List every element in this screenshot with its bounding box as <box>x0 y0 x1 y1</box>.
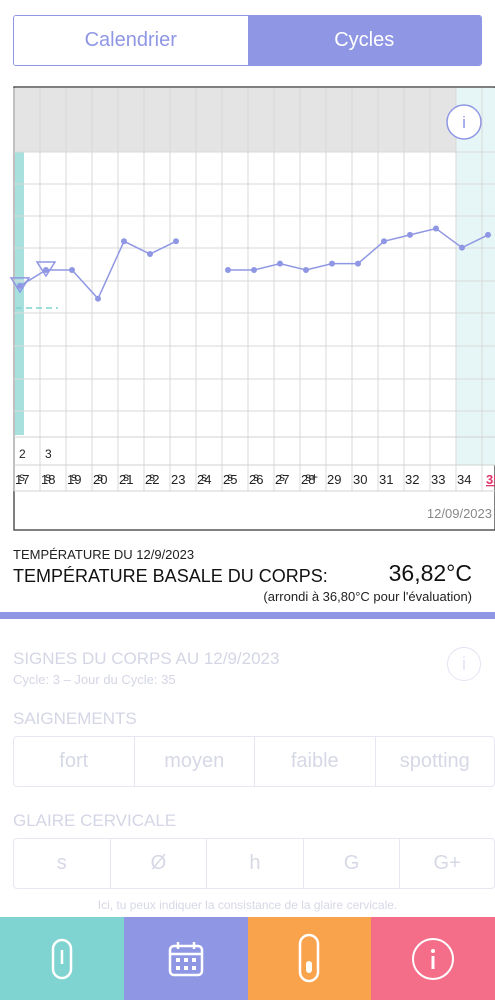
cycle-info: Cycle: 3 – Jour du Cycle: 35 <box>13 672 176 687</box>
bleeding-option-spotting[interactable]: spotting <box>376 737 495 786</box>
day-number: 32 <box>405 472 419 487</box>
day-number: 33 <box>431 472 445 487</box>
temperature-point <box>303 266 309 273</box>
mucus-option-dry[interactable]: Ø <box>111 839 208 888</box>
chart-date-label: 12/09/2023 <box>427 506 492 521</box>
temperature-point <box>407 231 413 238</box>
temperature-point <box>251 266 257 273</box>
temperature-point <box>381 238 387 245</box>
temperature-point <box>173 238 179 245</box>
temperature-point <box>485 231 491 238</box>
mucus-option-h[interactable]: h <box>207 839 304 888</box>
bleeding-option-moyen[interactable]: moyen <box>135 737 255 786</box>
day-number: 20 <box>93 472 107 487</box>
day-number: 25 <box>223 472 237 487</box>
temperature-point <box>225 266 231 273</box>
day-number: 18 <box>41 472 55 487</box>
temperature-point <box>329 260 335 267</box>
calendar-icon <box>168 941 203 976</box>
temperature-point <box>433 225 439 232</box>
temperature-point <box>69 266 75 273</box>
chart-info-glyph: i <box>462 113 466 132</box>
tab-calendrier[interactable]: Calendrier <box>14 16 248 65</box>
mucus-option-gplus[interactable]: G+ <box>400 839 494 888</box>
day-number: 30 <box>353 472 367 487</box>
day-number: 26 <box>249 472 263 487</box>
day-number: 17 <box>15 472 29 487</box>
cycle-day-label: 3 <box>45 447 52 461</box>
tab-test[interactable] <box>247 917 372 1000</box>
bleeding-title: SAIGNEMENTS <box>13 709 137 728</box>
bleeding-option-fort[interactable]: fort <box>14 737 135 786</box>
tab-calendar[interactable] <box>123 917 248 1000</box>
mucus-title: GLAIRE CERVICALE <box>13 811 177 830</box>
cycle-day-label: 2 <box>19 447 26 461</box>
day-number: 34 <box>457 472 471 487</box>
tab-cycles[interactable]: Cycles <box>247 16 481 65</box>
day-number: 27 <box>275 472 289 487</box>
mucus-options: s Ø h G G+ <box>13 838 495 889</box>
fertile-window-band <box>456 88 495 465</box>
basal-temperature-label: TEMPÉRATURE BASALE DU CORPS: <box>13 566 328 586</box>
signs-info-icon[interactable]: i <box>447 647 481 681</box>
chart-header-band <box>15 88 495 152</box>
thermometer-icon <box>51 938 73 979</box>
period-bar <box>15 152 24 435</box>
temperature-point <box>95 295 101 302</box>
body-signs-title: SIGNES DU CORPS AU 12/9/2023 <box>13 649 280 668</box>
section-divider <box>0 612 495 619</box>
chart-frame <box>13 86 495 531</box>
day-number: 31 <box>379 472 393 487</box>
day-number: 24 <box>197 472 211 487</box>
temperature-date-title: TEMPÉRATURE DU 12/9/2023 <box>13 547 195 562</box>
mucus-hint: Ici, tu peux indiquer la consistance de … <box>97 898 398 912</box>
temperature-chart[interactable]: 2 3s s s s s s s s s s s+17 18 19 20 21 22 23 24 25 26 27 28 29… <box>0 85 495 533</box>
day-number: 23 <box>171 472 185 487</box>
basal-temperature-value[interactable]: 36,82°C <box>389 560 472 587</box>
day-number: 28 <box>301 472 315 487</box>
day-number: 21 <box>119 472 133 487</box>
day-number: 35 <box>486 472 495 487</box>
bleeding-option-faible[interactable]: faible <box>255 737 376 786</box>
mucus-option-g[interactable]: G <box>304 839 401 888</box>
temperature-point <box>121 238 127 245</box>
mucus-option-s[interactable]: s <box>14 839 111 888</box>
bottom-tab-bar <box>0 917 495 1000</box>
bleeding-options: fort moyen faible spotting <box>13 736 495 787</box>
tab-info[interactable] <box>371 917 495 1000</box>
temperature-point <box>459 244 465 251</box>
day-number: 19 <box>67 472 81 487</box>
rounding-note: (arrondi à 36,80°C pour l'évaluation) <box>263 589 472 604</box>
day-number: 29 <box>327 472 341 487</box>
test-stick-icon <box>299 933 320 982</box>
day-number: 22 <box>145 472 159 487</box>
temperature-point <box>277 260 283 267</box>
view-segmented-control: Calendrier Cycles <box>13 15 482 66</box>
temperature-point <box>147 251 153 258</box>
tab-temperature[interactable] <box>0 917 124 1000</box>
info-icon <box>412 937 455 980</box>
temperature-point <box>355 260 361 267</box>
